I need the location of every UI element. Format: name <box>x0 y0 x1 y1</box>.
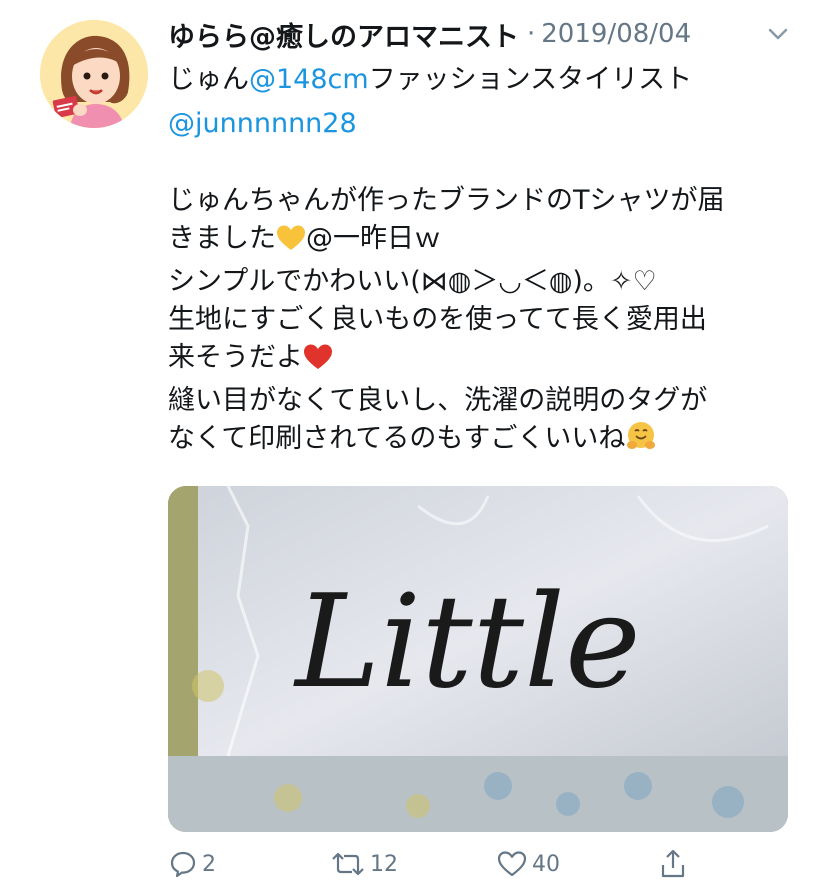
text-line: なくて印刷されてるのもすごくいいね <box>168 420 800 463</box>
reply-prefix: じゅん <box>168 64 249 95</box>
hugging-face-icon <box>625 420 657 463</box>
text-line: シンプルでかわいい(⋈◍＞◡＜◍)。✧♡ <box>168 266 657 297</box>
tweet-image[interactable]: Little <box>168 486 788 832</box>
tweet-actions: 2 12 40 <box>168 842 728 886</box>
text-line: 来そうだよ <box>168 339 800 382</box>
retweet-count: 12 <box>370 851 398 877</box>
text-line: 縫い目がなくて良いし、洗濯の説明のタグが <box>168 385 708 416</box>
reply-suffix: ファッションスタイリスト <box>368 64 693 95</box>
retweet-button[interactable]: 12 <box>330 842 398 886</box>
timestamp[interactable]: 2019/08/04 <box>541 19 691 49</box>
separator-dot: · <box>527 19 536 49</box>
like-button[interactable]: 40 <box>496 842 560 886</box>
red-heart-icon <box>303 343 333 382</box>
like-count: 40 <box>532 851 560 877</box>
reply-count: 2 <box>202 851 216 877</box>
text-line: きました @一昨日ｗ <box>168 220 800 263</box>
avatar-illustration <box>40 20 148 128</box>
tweet-text: じゅんちゃんが作ったブランドのTシャツが届 きました @一昨日ｗ シンプルでかわい… <box>168 182 800 463</box>
display-name[interactable]: ゆらら@癒しのアロマニスト <box>168 15 519 54</box>
handle-link[interactable]: @junnnnnn28 <box>168 108 357 139</box>
chevron-down-icon[interactable] <box>764 20 792 48</box>
heart-icon <box>496 849 528 879</box>
avatar[interactable] <box>40 20 148 128</box>
share-button[interactable] <box>658 842 688 886</box>
reply-button[interactable]: 2 <box>168 842 216 886</box>
mention-link[interactable]: @148cm <box>249 64 369 95</box>
reply-context: じゅん@148cmファッションスタイリスト @junnnnnn28 <box>168 58 808 146</box>
image-text: Little <box>293 568 641 717</box>
text-line: 生地にすごく良いものを使ってて長く愛用出 <box>168 304 707 335</box>
tweet-header: ゆらら@癒しのアロマニスト · 2019/08/04 <box>168 14 788 54</box>
share-icon <box>658 848 688 880</box>
retweet-icon <box>330 849 366 879</box>
reply-icon <box>168 849 198 879</box>
text-line: じゅんちゃんが作ったブランドのTシャツが届 <box>168 185 725 216</box>
yellow-heart-icon <box>276 224 306 263</box>
